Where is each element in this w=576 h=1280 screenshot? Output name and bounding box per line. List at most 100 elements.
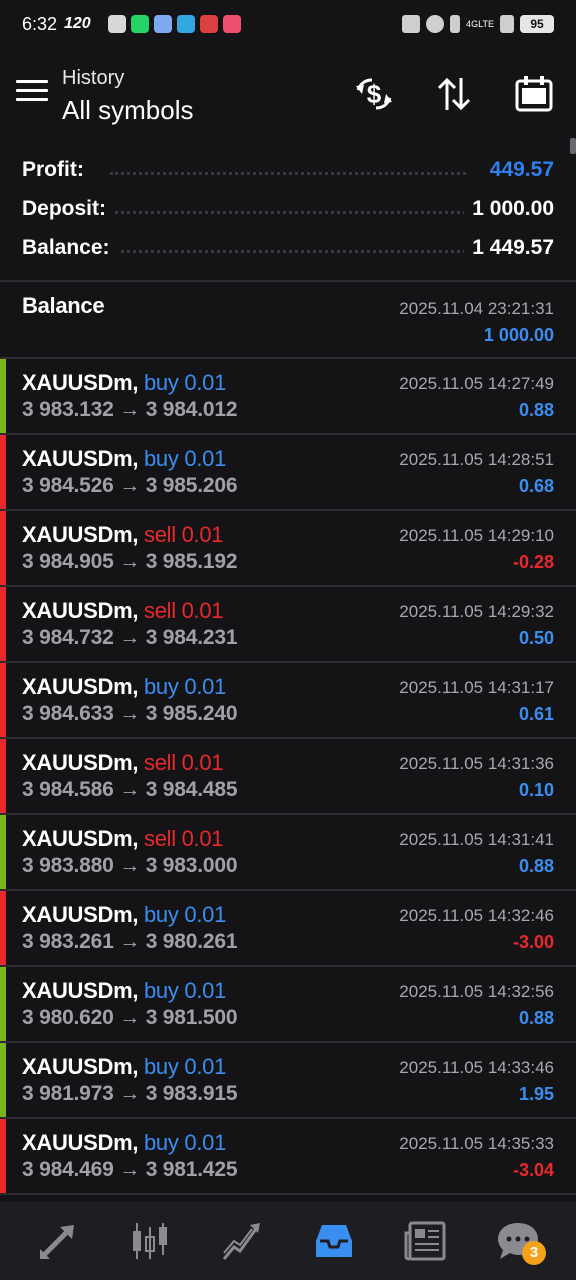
history-icon	[316, 1225, 352, 1257]
deal-symbol-label: XAUUSDm,	[22, 446, 139, 471]
nav-trade[interactable]	[214, 1213, 270, 1269]
deal-profit: 0.88	[518, 1008, 554, 1028]
menu-button[interactable]	[16, 80, 48, 106]
deal-row[interactable]: XAUUSDm, buy 0.01 3 980.620 → 3 981.500 20…	[0, 967, 576, 1043]
calendar-button[interactable]	[512, 72, 556, 116]
deal-symbol: XAUUSDm, buy 0.01	[22, 370, 226, 396]
deal-row[interactable]: XAUUSDm, buy 0.01 3 983.132 → 3 984.012 20…	[0, 359, 576, 435]
deal-time: 2025.11.05 14:32:56	[399, 982, 554, 1001]
deal-side: buy 0.01	[144, 446, 227, 471]
balance-entry-label: Balance	[22, 293, 105, 318]
deal-row[interactable]: XAUUSDm, buy 0.01 3 981.973 → 3 983.915 20…	[0, 1043, 576, 1119]
deal-symbol: XAUUSDm, buy 0.01	[22, 902, 226, 928]
deal-symbol: XAUUSDm, buy 0.01	[22, 978, 226, 1004]
alarm-icon	[426, 15, 445, 33]
nav-quotes[interactable]	[30, 1213, 86, 1269]
system-icons: 4GLTE 95	[402, 15, 554, 33]
deal-profit: 0.88	[518, 856, 554, 876]
bottom-nav: 3	[0, 1202, 576, 1280]
deal-row[interactable]: XAUUSDm, sell 0.01 3 984.586 → 3 984.485 2…	[0, 739, 576, 815]
deal-profit: 0.61	[518, 704, 554, 724]
deal-profit: 0.50	[518, 628, 554, 648]
battery-icon: 95	[520, 15, 554, 33]
sort-button[interactable]	[432, 72, 476, 116]
dollar-exchange-icon: $	[356, 78, 392, 110]
deal-symbol-label: XAUUSDm,	[22, 750, 139, 775]
deal-row[interactable]: XAUUSDm, buy 0.01 3 984.526 → 3 985.206 20…	[0, 435, 576, 511]
deal-row[interactable]: XAUUSDm, buy 0.01 3 984.469 → 3 981.425 20…	[0, 1119, 576, 1195]
deal-marker	[0, 663, 6, 737]
deal-side: buy 0.01	[144, 370, 227, 395]
signal-icon	[500, 15, 514, 33]
deal-time: 2025.11.05 14:28:51	[399, 450, 554, 469]
nav-chat[interactable]: 3	[490, 1213, 546, 1269]
calendar-icon	[515, 76, 553, 112]
deal-row[interactable]: XAUUSDm, sell 0.01 3 984.732 → 3 984.231 2…	[0, 587, 576, 663]
deal-marker	[0, 511, 6, 585]
deposit-value: 1 000.00	[464, 197, 554, 221]
deal-row[interactable]: XAUUSDm, buy 0.01 3 984.633 → 3 985.240 20…	[0, 663, 576, 739]
deal-symbol: XAUUSDm, sell 0.01	[22, 750, 224, 776]
deal-profit: 1.95	[518, 1084, 554, 1104]
deal-symbol-label: XAUUSDm,	[22, 370, 139, 395]
deposit-label: Deposit:	[22, 197, 114, 221]
status-bar: 6:32 120 4GLTE 95	[0, 0, 576, 50]
deal-prices: 3 983.261 → 3 980.261	[22, 930, 238, 953]
deal-side: buy 0.01	[144, 674, 227, 699]
deal-time: 2025.11.05 14:35:33	[399, 1134, 554, 1153]
sort-arrows-icon	[437, 77, 471, 111]
deal-prices: 3 980.620 → 3 981.500	[22, 1006, 238, 1029]
balance-entry[interactable]: Balance 2025.11.04 23:21:31 1 000.00	[0, 282, 576, 359]
deal-row[interactable]: XAUUSDm, sell 0.01 3 984.905 → 3 985.192 2…	[0, 511, 576, 587]
deal-marker	[0, 587, 6, 661]
deal-prices: 3 983.132 → 3 984.012	[22, 398, 238, 421]
vibrate-icon	[450, 15, 461, 33]
deal-prices: 3 984.905 → 3 985.192	[22, 550, 238, 573]
deal-time: 2025.11.05 14:31:36	[399, 754, 554, 773]
deal-symbol: XAUUSDm, sell 0.01	[22, 522, 224, 548]
deal-time: 2025.11.05 14:32:46	[399, 906, 554, 925]
deal-time: 2025.11.05 14:29:32	[399, 602, 554, 621]
whatsapp-icon	[131, 15, 149, 33]
deal-prices: 3 983.880 → 3 983.000	[22, 854, 238, 877]
nav-history[interactable]	[306, 1213, 362, 1269]
deal-time: 2025.11.05 14:31:17	[399, 678, 554, 697]
deal-symbol-label: XAUUSDm,	[22, 674, 139, 699]
deposit-filter-button[interactable]: $	[352, 72, 396, 116]
profit-row: Profit: 449.57	[0, 150, 576, 189]
balance-entry-time: 2025.11.04 23:21:31	[399, 299, 554, 318]
deal-prices: 3 981.973 → 3 983.915	[22, 1082, 238, 1105]
nav-chart[interactable]	[122, 1213, 178, 1269]
deal-time: 2025.11.05 14:31:41	[399, 830, 554, 849]
deal-side: sell 0.01	[144, 750, 224, 775]
deal-profit: 0.10	[518, 780, 554, 800]
deal-symbol-label: XAUUSDm,	[22, 902, 139, 927]
deal-prices: 3 984.732 → 3 984.231	[22, 626, 238, 649]
deal-time: 2025.11.05 14:27:49	[399, 374, 554, 393]
chat-badge: 3	[522, 1241, 546, 1265]
nav-news[interactable]	[398, 1213, 454, 1269]
header-title[interactable]: All symbols	[62, 95, 193, 126]
deal-side: buy 0.01	[144, 1130, 227, 1155]
deal-side: sell 0.01	[144, 522, 224, 547]
deal-symbol: XAUUSDm, sell 0.01	[22, 598, 224, 624]
deal-row[interactable]: XAUUSDm, buy 0.01 3 983.261 → 3 980.261 20…	[0, 891, 576, 967]
status-time: 6:32	[22, 14, 58, 34]
deal-side: buy 0.01	[144, 902, 227, 927]
app-header: History All symbols $	[0, 52, 576, 142]
balance-entry-amount: 1 000.00	[483, 325, 554, 345]
deal-side: buy 0.01	[144, 1054, 227, 1079]
deal-profit: -3.00	[512, 932, 554, 952]
deal-row[interactable]: XAUUSDm, sell 0.01 3 983.880 → 3 983.000 2…	[0, 815, 576, 891]
profit-value: 449.57	[481, 158, 554, 182]
deal-side: sell 0.01	[144, 826, 224, 851]
deal-marker	[0, 815, 6, 889]
deal-prices: 3 984.526 → 3 985.206	[22, 474, 238, 497]
deals-list: Balance 2025.11.04 23:21:31 1 000.00 XAU…	[0, 282, 576, 1195]
deal-marker	[0, 967, 6, 1041]
deal-symbol: XAUUSDm, buy 0.01	[22, 446, 226, 472]
messages-icon	[154, 15, 172, 33]
deal-marker	[0, 359, 6, 433]
deal-marker	[0, 1119, 6, 1193]
deposit-row: Deposit: 1 000.00	[0, 189, 576, 228]
